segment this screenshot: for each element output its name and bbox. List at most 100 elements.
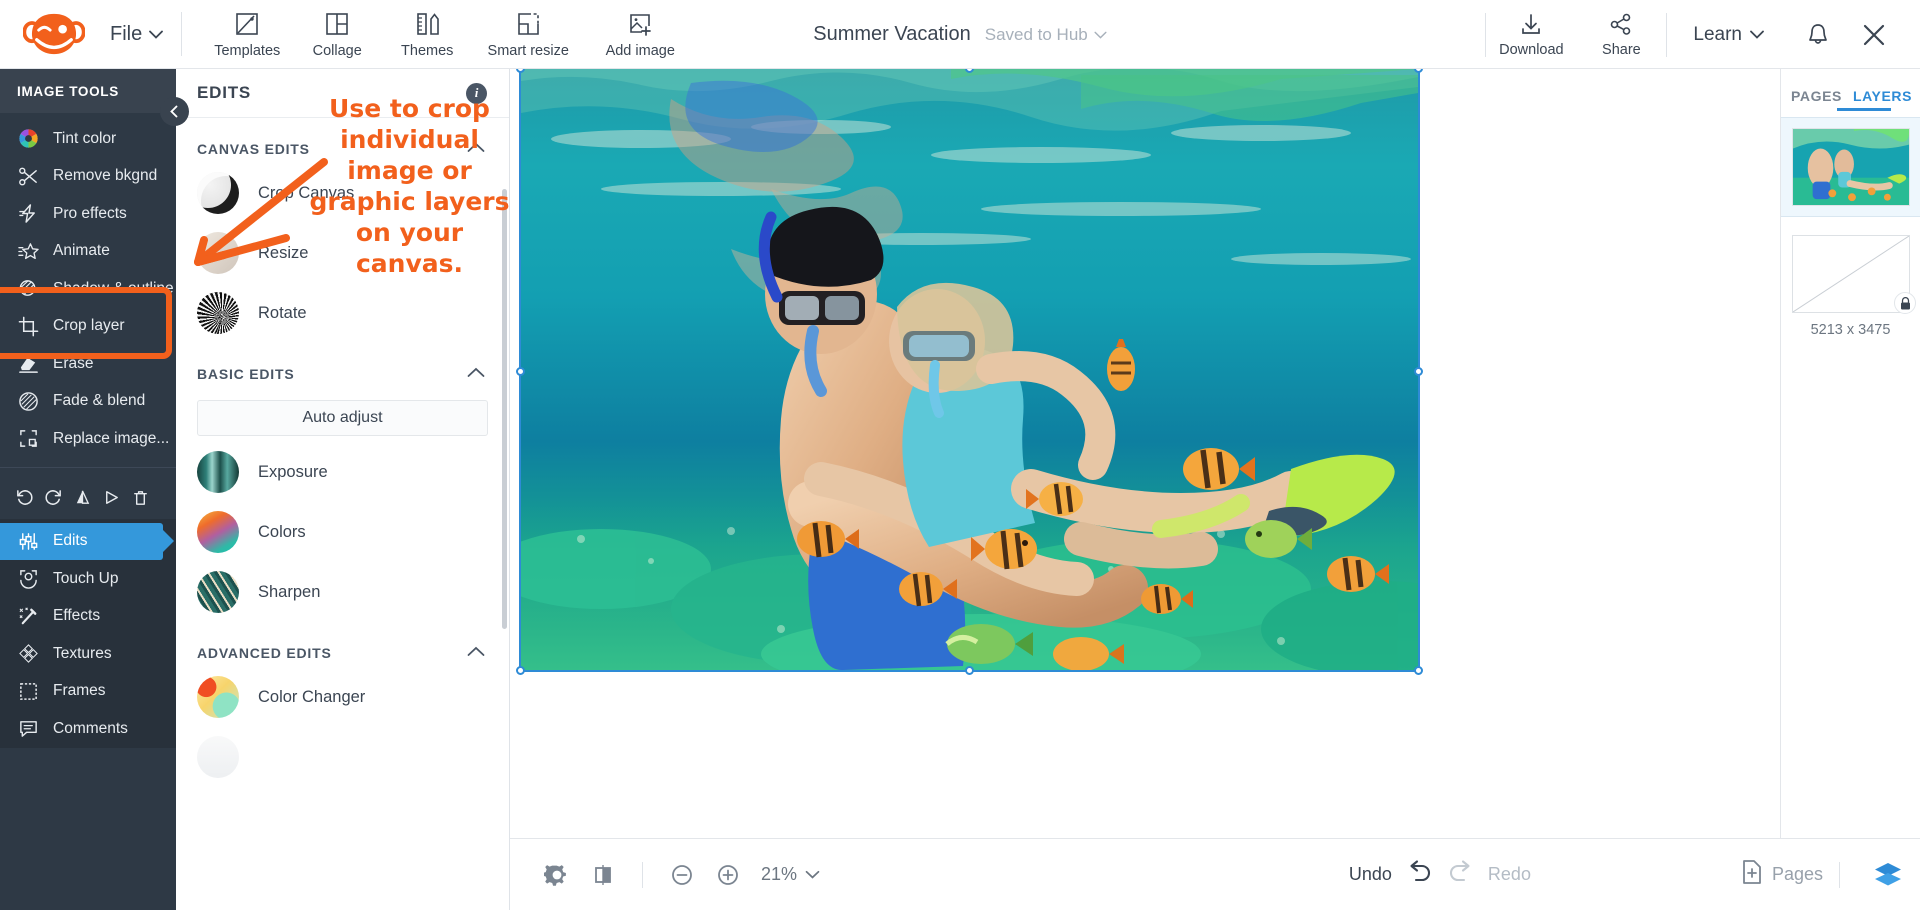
frame-icon — [17, 680, 39, 702]
info-icon[interactable]: i — [466, 82, 487, 104]
collapse-panel-button[interactable] — [160, 97, 189, 126]
redo-icon[interactable] — [39, 483, 68, 513]
rail-item-shadow-outline[interactable]: Shadow & outline — [0, 270, 176, 308]
save-status[interactable]: Saved to Hub — [985, 25, 1107, 45]
auto-adjust-button[interactable]: Auto adjust — [197, 400, 488, 436]
edit-row-crop-canvas[interactable]: Crop Canvas — [176, 163, 509, 223]
edit-row-label: Colors — [258, 522, 306, 541]
file-menu[interactable]: File — [108, 23, 181, 46]
undo-label[interactable]: Undo — [1349, 864, 1392, 885]
sidebar-item-textures[interactable]: Textures — [0, 635, 176, 673]
sidebar-item-touch-up[interactable]: Touch Up — [0, 560, 176, 598]
layers-stack-icon — [1875, 862, 1901, 885]
download-label: Download — [1499, 41, 1564, 58]
section-canvas-edits-header: CANVAS EDITS — [176, 118, 509, 163]
layer-action-buttons — [0, 477, 176, 519]
download-icon — [1522, 13, 1541, 34]
list-item-layer-background[interactable]: 5213 x 3475 — [1781, 235, 1920, 338]
sidebar-item-frames[interactable]: Frames — [0, 673, 176, 711]
eraser-icon — [17, 353, 39, 375]
notifications-button[interactable] — [1790, 0, 1846, 69]
resize-handle-bc[interactable] — [965, 666, 974, 675]
layer-thumbnail — [1792, 128, 1910, 206]
edit-row-color-changer[interactable]: Color Changer — [176, 667, 509, 727]
download-button[interactable]: Download — [1486, 0, 1576, 69]
rotate-thumb — [197, 292, 239, 334]
shadow-outline-icon — [17, 278, 39, 300]
layer-thumb-image — [1793, 129, 1909, 205]
sliders-icon — [17, 530, 39, 552]
resize-handle-mr[interactable] — [1414, 367, 1423, 376]
add-page-button[interactable]: Pages — [1741, 859, 1823, 890]
add-image-button[interactable]: Add image — [584, 0, 696, 69]
sidebar-item-effects[interactable]: Effects — [0, 598, 176, 636]
edit-row-rotate[interactable]: Rotate — [176, 283, 509, 343]
canvas-image-snorkeling[interactable] — [510, 69, 1501, 694]
share-icon — [1611, 13, 1631, 35]
color-changer-thumb — [197, 676, 239, 718]
edit-row-resize[interactable]: Resize — [176, 223, 509, 283]
undo-icon[interactable] — [10, 483, 39, 513]
smart-resize-button[interactable]: Smart resize — [472, 0, 584, 69]
sidebar-item-edits[interactable]: Edits — [0, 522, 163, 560]
chevron-down-icon[interactable] — [805, 866, 820, 884]
resize-handle-tr[interactable] — [1414, 69, 1423, 73]
tab-pages[interactable]: PAGES — [1791, 88, 1842, 104]
rail-item-pro-effects[interactable]: Pro effects — [0, 195, 176, 233]
lock-icon[interactable] — [1894, 292, 1916, 314]
pages-layers-panel: PAGES LAYERS 5213 x 3475 — [1780, 69, 1920, 838]
sidebar-item-comments[interactable]: Comments — [0, 710, 176, 748]
panel-scrollbar[interactable] — [502, 189, 507, 629]
share-button[interactable]: Share — [1576, 0, 1666, 69]
chevron-up-icon[interactable] — [467, 140, 485, 158]
layers-panel-toggle[interactable] — [1856, 860, 1920, 890]
learn-menu[interactable]: Learn — [1667, 24, 1790, 46]
templates-button[interactable]: Templates — [202, 0, 292, 69]
picmonkey-editor-window: File Templates Collage Themes Smart resi… — [0, 0, 1920, 910]
themes-button[interactable]: Themes — [382, 0, 472, 69]
chevron-up-icon[interactable] — [467, 365, 485, 383]
list-item-layer-photo[interactable] — [1781, 117, 1920, 217]
resize-thumb — [197, 232, 239, 274]
close-editor-button[interactable] — [1846, 0, 1902, 69]
delete-icon[interactable] — [126, 483, 155, 513]
rail-item-fade-blend[interactable]: Fade & blend — [0, 383, 176, 421]
rail-item-crop-layer[interactable]: Crop layer — [0, 308, 176, 346]
rail-item-erase[interactable]: Erase — [0, 345, 176, 383]
add-page-label: Pages — [1771, 864, 1823, 884]
divider — [0, 466, 176, 468]
edits-panel: EDITS i CANVAS EDITS Crop Canvas Resize … — [176, 69, 510, 910]
collage-button[interactable]: Collage — [292, 0, 382, 69]
edit-row-partial[interactable] — [176, 727, 509, 787]
selected-layer-wrap[interactable] — [510, 69, 1501, 694]
zoom-out-icon[interactable] — [659, 852, 705, 898]
section-title: ADVANCED EDITS — [197, 645, 332, 661]
zoom-in-icon[interactable] — [705, 852, 751, 898]
flip-vertical-icon[interactable] — [97, 483, 126, 513]
rail-item-replace-image[interactable]: Replace image... — [0, 420, 176, 458]
tab-layers[interactable]: LAYERS — [1853, 88, 1912, 104]
edit-row-sharpen[interactable]: Sharpen — [176, 562, 509, 622]
chevron-up-icon[interactable] — [467, 644, 485, 662]
document-title[interactable]: Summer Vacation — [813, 23, 970, 46]
before-after-icon[interactable] — [580, 852, 626, 898]
rail-item-remove-bkgnd[interactable]: Remove bkgnd — [0, 158, 176, 196]
resize-handle-ml[interactable] — [516, 367, 525, 376]
undo-icon[interactable] — [1404, 860, 1434, 889]
color-wheel-icon — [17, 128, 39, 150]
rail-item-tint-color[interactable]: Tint color — [0, 120, 176, 158]
rail-item-label: Pro effects — [53, 204, 127, 222]
gear-icon[interactable] — [534, 852, 580, 898]
edit-row-label: Crop Canvas — [258, 183, 355, 202]
add-image-label: Add image — [605, 42, 675, 59]
sidebar-item-label: Comments — [53, 719, 128, 737]
edit-row-colors[interactable]: Colors — [176, 502, 509, 562]
rail-item-label: Crop layer — [53, 317, 125, 335]
resize-handle-br[interactable] — [1414, 666, 1423, 675]
flip-horizontal-icon[interactable] — [68, 483, 97, 513]
edit-row-exposure[interactable]: Exposure — [176, 442, 509, 502]
app-logo[interactable] — [0, 11, 108, 57]
redo-icon — [1446, 860, 1476, 889]
rail-item-animate[interactable]: Animate — [0, 233, 176, 271]
resize-handle-bl[interactable] — [516, 666, 525, 675]
